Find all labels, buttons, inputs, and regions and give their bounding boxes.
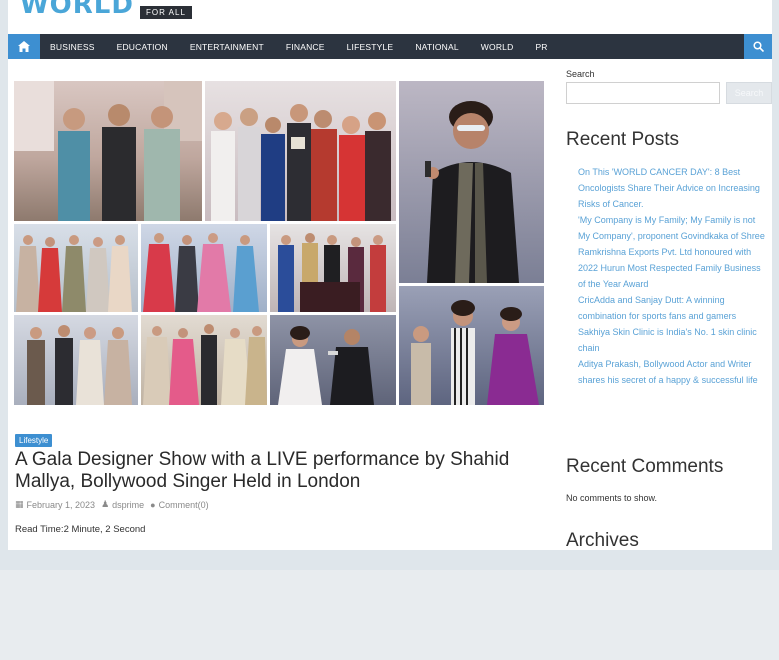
- site-logo[interactable]: WORLD: [20, 0, 134, 20]
- featured-image-collage[interactable]: [14, 81, 544, 405]
- recent-post-link[interactable]: 'My Company is My Family; My Family is n…: [578, 212, 768, 292]
- post-date[interactable]: February 1, 2023: [27, 500, 96, 510]
- recent-post-link[interactable]: Sakhiya Skin Clinic is India's No. 1 ski…: [578, 324, 768, 356]
- nav-item-education[interactable]: EDUCATION: [117, 42, 168, 52]
- search-button[interactable]: Search: [726, 82, 772, 104]
- photo-singer-microphone: [399, 81, 544, 283]
- search-label: Search: [566, 69, 595, 79]
- photo-three-men-suits: [14, 81, 202, 221]
- nav-item-entertainment[interactable]: ENTERTAINMENT: [190, 42, 264, 52]
- nav-item-finance[interactable]: FINANCE: [286, 42, 325, 52]
- comment-icon: ●: [150, 499, 156, 510]
- photo-stage-group: [270, 224, 396, 312]
- photo-runway-models-1: [14, 224, 138, 312]
- read-time: Read Time:2 Minute, 2 Second: [15, 524, 146, 535]
- recent-post-link[interactable]: On This 'WORLD CANCER DAY': 8 Best Oncol…: [578, 164, 768, 212]
- nav-item-business[interactable]: BUSINESS: [50, 42, 95, 52]
- photo-runway-models-3: [14, 315, 138, 405]
- nav-item-national[interactable]: NATIONAL: [415, 42, 458, 52]
- sidebar: Search Search Recent Posts On This 'WORL…: [566, 0, 772, 550]
- photo-award-group: [205, 81, 396, 221]
- photo-runway-models-4: [141, 315, 267, 405]
- recent-comments-title: Recent Comments: [566, 456, 724, 477]
- web-page: WORLD FOR ALL BUSINESS EDUCATION ENTERTA…: [8, 0, 772, 550]
- recent-post-link[interactable]: CricAdda and Sanjay Dutt: A winning comb…: [578, 292, 768, 324]
- search-input[interactable]: [566, 82, 720, 104]
- recent-posts-title: Recent Posts: [566, 129, 679, 150]
- home-icon: [18, 41, 30, 52]
- nav-item-pr[interactable]: PR: [535, 42, 547, 52]
- user-icon: ♟: [101, 499, 110, 509]
- archives-title: Archives: [566, 530, 639, 550]
- no-comments-text: No comments to show.: [566, 493, 658, 503]
- photo-children-models: [399, 286, 544, 405]
- nav-item-lifestyle[interactable]: LIFESTYLE: [347, 42, 394, 52]
- home-button[interactable]: [8, 34, 40, 59]
- site-tagline: FOR ALL: [140, 6, 192, 19]
- category-badge[interactable]: Lifestyle: [15, 434, 53, 447]
- post-author[interactable]: dsprime: [112, 500, 144, 510]
- photo-interview: [270, 315, 396, 405]
- photo-runway-models-2: [141, 224, 267, 312]
- recent-post-link[interactable]: Aditya Prakash, Bollywood Actor and Writ…: [578, 356, 768, 388]
- recent-posts-list: On This 'WORLD CANCER DAY': 8 Best Oncol…: [578, 164, 768, 388]
- calendar-icon: ▦: [15, 499, 24, 509]
- post-title: A Gala Designer Show with a LIVE perform…: [15, 449, 510, 492]
- post-meta: ▦ February 1, 2023 ♟ dsprime ● Comment(0…: [15, 499, 215, 510]
- empty-area: [0, 570, 779, 660]
- nav-item-world[interactable]: WORLD: [481, 42, 514, 52]
- post-comments[interactable]: Comment(0): [159, 500, 209, 510]
